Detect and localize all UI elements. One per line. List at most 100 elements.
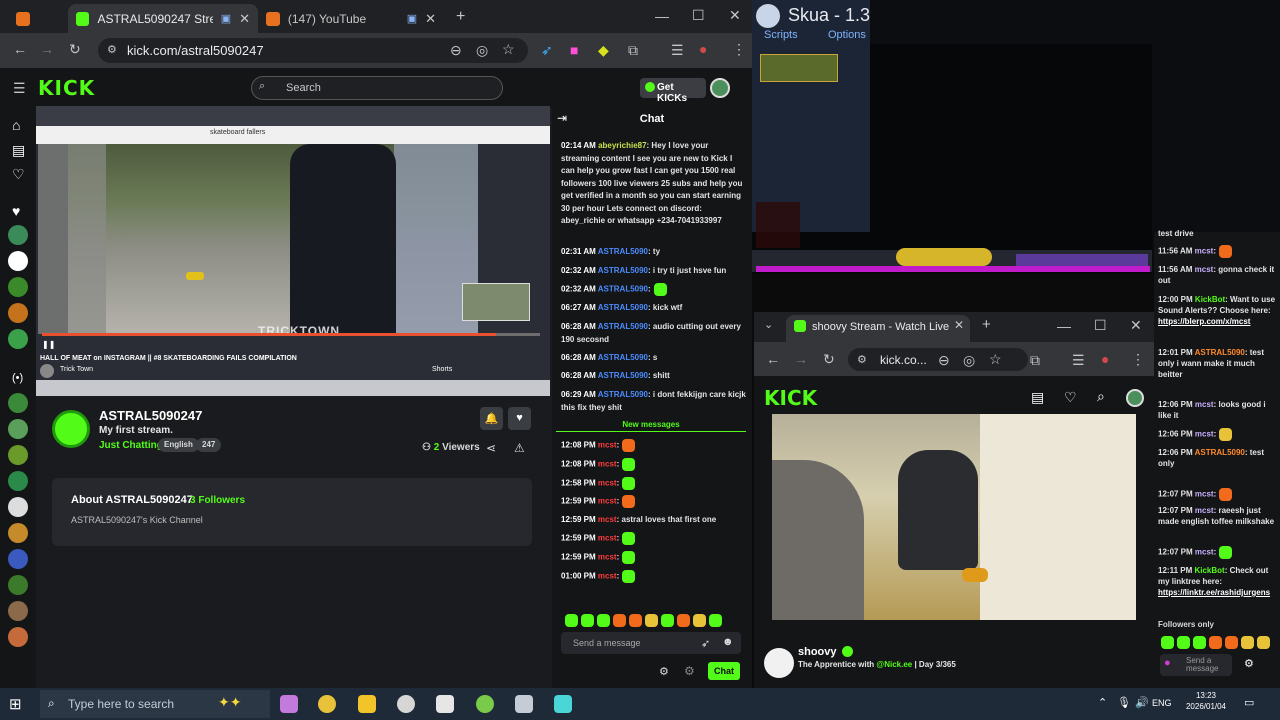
search-icon[interactable]: ⌕ — [1097, 388, 1105, 405]
tab-pinned[interactable] — [8, 4, 68, 33]
hamburger-menu-icon[interactable]: ☰ — [13, 80, 26, 97]
following-heart-icon[interactable]: ♡ — [1064, 389, 1077, 406]
emote-icon[interactable] — [709, 614, 722, 628]
sidebar-channel-avatar[interactable] — [8, 575, 28, 595]
windows-start-icon[interactable]: ⊞ — [9, 695, 22, 713]
maximize-icon[interactable]: ☐ — [1094, 317, 1107, 334]
new-tab-icon[interactable]: + — [982, 316, 991, 333]
emote-icon[interactable] — [1257, 636, 1270, 650]
emote-icon[interactable] — [693, 614, 706, 628]
chat-link[interactable]: https://blerp.com/x/mcst — [1158, 317, 1250, 326]
follow-heart-button[interactable]: ♥ — [508, 407, 531, 430]
emote-icon[interactable] — [1209, 636, 1222, 650]
sidebar-channel-avatar[interactable] — [8, 601, 28, 621]
extension-icon[interactable]: ➶ — [541, 42, 553, 59]
chat-settings-icon[interactable]: ⚙ — [1244, 657, 1254, 670]
play-pause-icon[interactable]: ❚❚ — [42, 340, 55, 349]
user-avatar[interactable] — [710, 78, 730, 98]
eye-off-icon[interactable]: ◎ — [476, 42, 488, 59]
sidebar-channel-avatar[interactable] — [8, 523, 28, 543]
emote-icon[interactable] — [645, 614, 658, 628]
taskbar-app-icon[interactable] — [280, 695, 298, 713]
site-info-icon[interactable]: ⚙ — [107, 43, 117, 56]
stream-category[interactable]: Just Chatting — [99, 440, 163, 451]
extension-icon[interactable]: ◆ — [598, 42, 609, 59]
close-window-icon[interactable]: ✕ — [729, 7, 741, 24]
emote-icon[interactable] — [1161, 636, 1174, 650]
taskbar-app-icon[interactable] — [436, 695, 454, 713]
emote-icon[interactable] — [613, 614, 626, 628]
tag-pill[interactable]: English — [158, 438, 199, 452]
browse-icon[interactable]: ▤ — [12, 142, 25, 159]
sparkle-icon[interactable]: ✦✦ — [218, 694, 241, 711]
chat-rules-icon[interactable]: ⚙ — [684, 664, 695, 678]
tab-shoovy-stream[interactable]: shoovy Stream - Watch Live — [786, 315, 970, 342]
zoom-icon[interactable]: ⊖ — [450, 42, 462, 59]
menu-kebab-icon[interactable]: ⋮ — [1131, 351, 1145, 368]
minimize-icon[interactable]: — — [655, 8, 669, 24]
sidebar-channel-avatar[interactable] — [8, 549, 28, 569]
emote-icon[interactable] — [1241, 636, 1254, 650]
emoji-picker-icon[interactable]: ☻ — [722, 636, 734, 648]
kick-emote-icon[interactable]: ➶ — [701, 637, 710, 650]
browse-icon[interactable]: ▤ — [1031, 389, 1044, 406]
kick-logo[interactable]: KICK — [764, 386, 817, 410]
skua-menu-options[interactable]: Options — [828, 29, 866, 41]
zoom-icon[interactable]: ⊖ — [938, 352, 950, 369]
extensions-puzzle-icon[interactable]: ⧉ — [1030, 352, 1040, 369]
forward-icon[interactable]: → — [40, 41, 54, 57]
menu-kebab-icon[interactable]: ⋮ — [732, 41, 746, 58]
channel-avatar[interactable] — [52, 410, 90, 448]
emote-icon[interactable] — [1225, 636, 1238, 650]
volume-icon[interactable]: 🔊 — [1135, 696, 1149, 709]
site-info-icon[interactable]: ⚙ — [857, 353, 867, 366]
sidebar-channel-avatar[interactable] — [8, 303, 28, 323]
tray-chevron-icon[interactable]: ⌃ — [1098, 696, 1107, 709]
sidebar-channel-avatar[interactable] — [8, 471, 28, 491]
following-heart-icon[interactable]: ♡ — [12, 166, 25, 183]
skua-menu-scripts[interactable]: Scripts — [764, 29, 798, 41]
obs-icon[interactable] — [397, 695, 415, 713]
sidebar-channel-avatar[interactable] — [8, 419, 28, 439]
minimize-icon[interactable]: — — [1057, 318, 1071, 334]
channel-name[interactable]: ASTRAL5090247 — [99, 408, 202, 423]
emote-icon[interactable] — [581, 614, 594, 628]
sidebar-channel-avatar[interactable] — [8, 225, 28, 245]
language-indicator[interactable]: ENG — [1152, 698, 1172, 708]
search-input[interactable]: Search — [251, 76, 503, 100]
chat-settings-icon[interactable]: ⚙ — [659, 665, 669, 678]
emote-icon[interactable] — [677, 614, 690, 628]
back-icon[interactable]: ← — [13, 41, 27, 57]
sidebar-channel-avatar[interactable] — [8, 277, 28, 297]
tag-pill[interactable]: 247 — [196, 438, 222, 452]
report-icon[interactable]: ⚠ — [514, 441, 525, 455]
share-icon[interactable]: ⋖ — [486, 441, 496, 455]
home-icon[interactable]: ⌂ — [12, 117, 20, 133]
sidebar-channel-avatar[interactable] — [8, 393, 28, 413]
game-skill-slots[interactable] — [896, 248, 992, 266]
tab-search-icon[interactable]: ⌄ — [764, 318, 773, 331]
kick-logo[interactable]: KICK — [38, 76, 95, 100]
profile-avatar-icon[interactable]: ● — [699, 41, 707, 57]
new-tab-icon[interactable]: + — [456, 8, 465, 26]
emote-icon[interactable] — [661, 614, 674, 628]
extension-icon[interactable]: ■ — [570, 42, 578, 58]
file-explorer-icon[interactable] — [358, 695, 376, 713]
microphone-icon[interactable]: 🎙 — [1117, 696, 1131, 709]
media-control-icon[interactable]: ☰ — [671, 42, 684, 59]
reload-icon[interactable]: ↻ — [69, 41, 81, 58]
bookmark-star-icon[interactable]: ☆ — [502, 41, 515, 58]
media-control-icon[interactable]: ☰ — [1072, 352, 1085, 369]
chat-link[interactable]: https://linktr.ee/rashidjurgens — [1158, 588, 1270, 597]
streamer-name[interactable]: shoovy — [798, 646, 837, 658]
close-tab-icon[interactable]: ✕ — [239, 11, 250, 27]
sidebar-channel-avatar[interactable] — [8, 329, 28, 349]
maximize-icon[interactable]: ☐ — [692, 7, 705, 24]
emote-icon[interactable] — [597, 614, 610, 628]
close-window-icon[interactable]: ✕ — [1130, 317, 1142, 334]
chat-send-button[interactable]: Chat — [708, 662, 740, 680]
sidebar-channel-avatar[interactable] — [8, 497, 28, 517]
reload-icon[interactable]: ↻ — [823, 351, 835, 368]
emote-icon[interactable] — [565, 614, 578, 628]
sidebar-channel-avatar[interactable] — [8, 251, 28, 271]
